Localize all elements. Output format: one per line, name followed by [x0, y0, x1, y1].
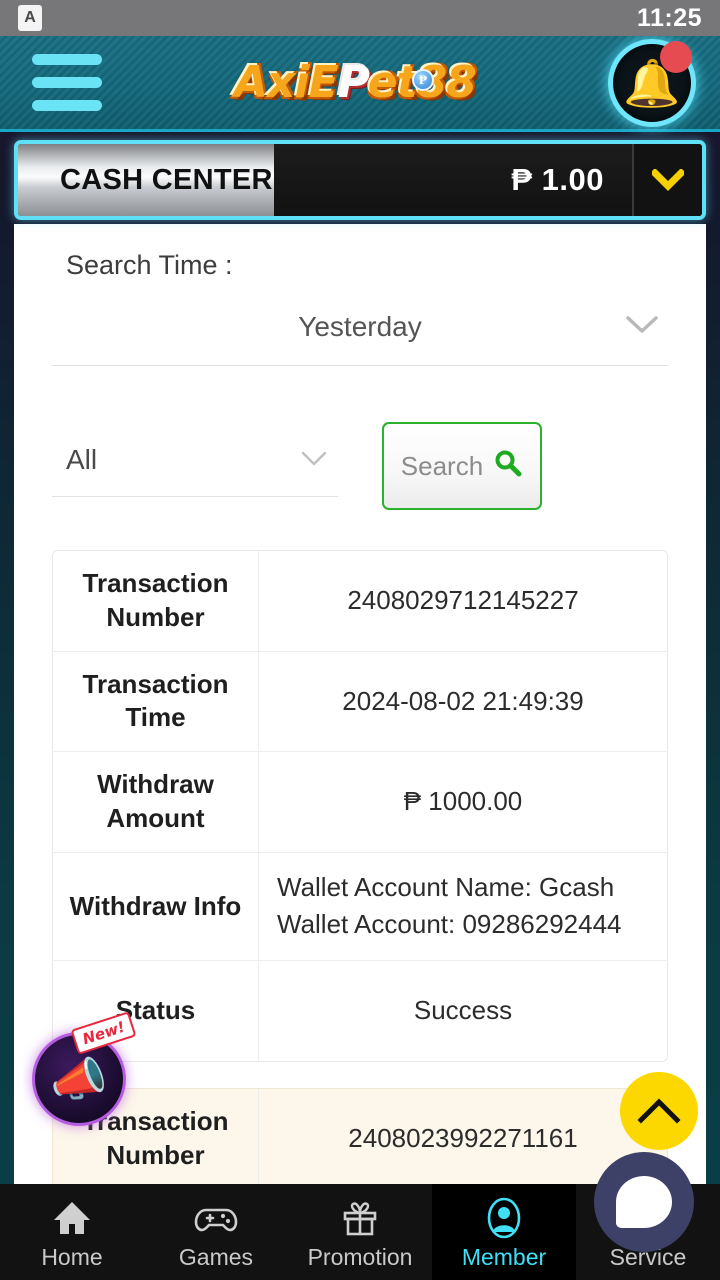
cash-center-bar: CASH CENTER ₱ 1.00: [14, 140, 706, 220]
hamburger-bar: [32, 77, 102, 88]
transaction-type-value: All: [66, 444, 98, 475]
search-time-select[interactable]: Yesterday: [52, 311, 668, 366]
row-label: Transaction Time: [53, 651, 259, 752]
table-row: Status Success: [53, 961, 667, 1062]
logo-part-p: P: [337, 56, 369, 108]
chat-bubble-icon: [616, 1176, 672, 1228]
status-bar-clock: 11:25: [636, 3, 702, 32]
chevron-up-icon: [637, 1098, 681, 1124]
promo-floating-widget[interactable]: 📣 New!: [32, 1011, 137, 1126]
transaction-card: Transaction Number 2408029712145227 Tran…: [52, 550, 668, 1063]
balance-amount: ₱ 1.00: [511, 162, 604, 197]
table-row: Withdraw Info Wallet Account Name: Gcash…: [53, 852, 667, 962]
hamburger-menu-icon[interactable]: [32, 54, 102, 111]
nav-item-promotion[interactable]: Promotion: [288, 1184, 432, 1280]
search-button-label: Search: [400, 450, 484, 481]
nav-label: Promotion: [307, 1243, 413, 1270]
nav-item-games[interactable]: Games: [144, 1184, 288, 1280]
hamburger-bar: [32, 100, 102, 111]
search-time-label: Search Time :: [66, 250, 233, 280]
gamepad-icon: [194, 1196, 238, 1240]
transaction-card: Transaction Number 2408023992271161 Tran…: [52, 1088, 668, 1190]
table-row: Transaction Time 2024-08-02 21:49:39: [53, 651, 667, 753]
notification-badge-dot: [660, 40, 692, 73]
table-row: Transaction Number 2408029712145227: [53, 551, 667, 652]
transaction-list: Transaction Number 2408029712145227 Tran…: [52, 550, 668, 1190]
gift-icon: [338, 1196, 382, 1240]
search-time-value: Yesterday: [298, 311, 422, 342]
scroll-to-top-button[interactable]: [620, 1072, 698, 1150]
table-row: Withdraw Amount ₱ 1000.00: [53, 752, 667, 853]
table-row: Transaction Number 2408023992271161: [53, 1089, 667, 1190]
home-icon: [50, 1196, 94, 1240]
row-value: 2408029712145227: [347, 584, 579, 615]
chevron-down-icon: [300, 449, 328, 472]
logo-part-axie: AxiE: [234, 56, 339, 108]
nav-label: Games: [178, 1243, 254, 1270]
hamburger-bar: [32, 54, 102, 65]
withdraw-info-text: Wallet Account Name: Gcash Wallet Accoun…: [277, 871, 622, 940]
logo-coin-icon: ₱: [412, 68, 434, 91]
user-avatar-icon: [482, 1196, 526, 1240]
cash-center-button[interactable]: CASH CENTER: [18, 144, 274, 216]
chevron-down-icon: [624, 313, 660, 340]
nav-item-member[interactable]: Member: [432, 1184, 576, 1280]
status-bar: A 11:25: [0, 0, 720, 36]
status-badge: Success: [413, 995, 513, 1026]
row-value: Wallet Account Name: Gcash Wallet Accoun…: [259, 853, 667, 960]
cash-center-label: CASH CENTER: [60, 163, 273, 196]
customer-service-chat-button[interactable]: [594, 1152, 694, 1252]
notification-bell-button[interactable]: 🔔: [608, 38, 696, 127]
chevron-down-icon: [652, 169, 684, 191]
filter-row: All Search: [14, 422, 706, 510]
nav-label: Member: [461, 1243, 547, 1270]
search-button[interactable]: Search: [382, 422, 542, 510]
balance-expand-button[interactable]: [632, 144, 702, 216]
row-label: Withdraw Info: [53, 852, 259, 961]
app-logo[interactable]: AxiEPet88 ₱: [102, 60, 608, 105]
row-value: ₱ 1000.00: [403, 786, 523, 817]
balance-display: ₱ 1.00: [274, 144, 632, 216]
app-header: AxiEPet88 ₱ 🔔: [0, 36, 720, 132]
nav-item-home[interactable]: Home: [0, 1184, 144, 1280]
magnifier-icon: [493, 448, 523, 484]
keyboard-a-icon: A: [18, 5, 42, 31]
row-label: Transaction Number: [53, 551, 259, 651]
transaction-type-select[interactable]: All: [52, 444, 338, 497]
nav-label: Home: [41, 1243, 103, 1270]
app-logo-text: AxiEPet88: [234, 60, 477, 105]
row-label: Withdraw Amount: [53, 752, 259, 852]
row-value: 2024-08-02 21:49:39: [342, 685, 584, 716]
